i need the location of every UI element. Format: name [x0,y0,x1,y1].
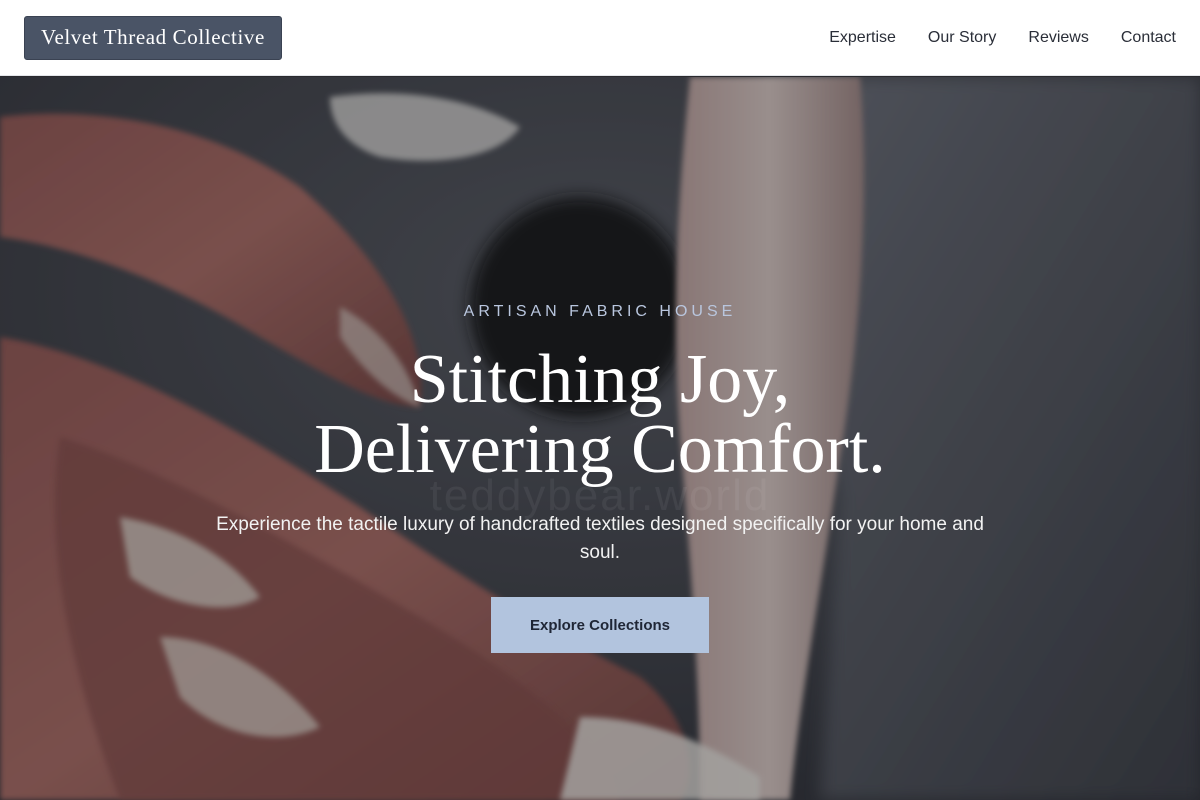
hero-headline: Stitching Joy, Delivering Comfort. [0,345,1200,485]
site-header: Velvet Thread Collective Expertise Our S… [0,0,1200,76]
logo-button[interactable]: Velvet Thread Collective [24,15,282,60]
hero-subtitle: Experience the tactile luxury of handcra… [216,514,984,563]
nav-link-expertise[interactable]: Expertise [829,29,896,47]
nav-link-reviews[interactable]: Reviews [1028,29,1088,47]
nav-link-our-story[interactable]: Our Story [928,29,996,47]
headline-line-1: Stitching Joy, [409,341,791,418]
nav-link-contact[interactable]: Contact [1121,29,1176,47]
hero-content: teddybear.world ARTISAN FABRIC HOUSE Sti… [0,77,1200,800]
hero-eyebrow: ARTISAN FABRIC HOUSE [463,303,737,320]
explore-collections-button[interactable]: Explore Collections [491,597,709,653]
hero-section: teddybear.world ARTISAN FABRIC HOUSE Sti… [0,77,1200,800]
headline-line-2: Delivering Comfort. [314,411,886,488]
main-nav: Expertise Our Story Reviews Contact [829,29,1176,47]
